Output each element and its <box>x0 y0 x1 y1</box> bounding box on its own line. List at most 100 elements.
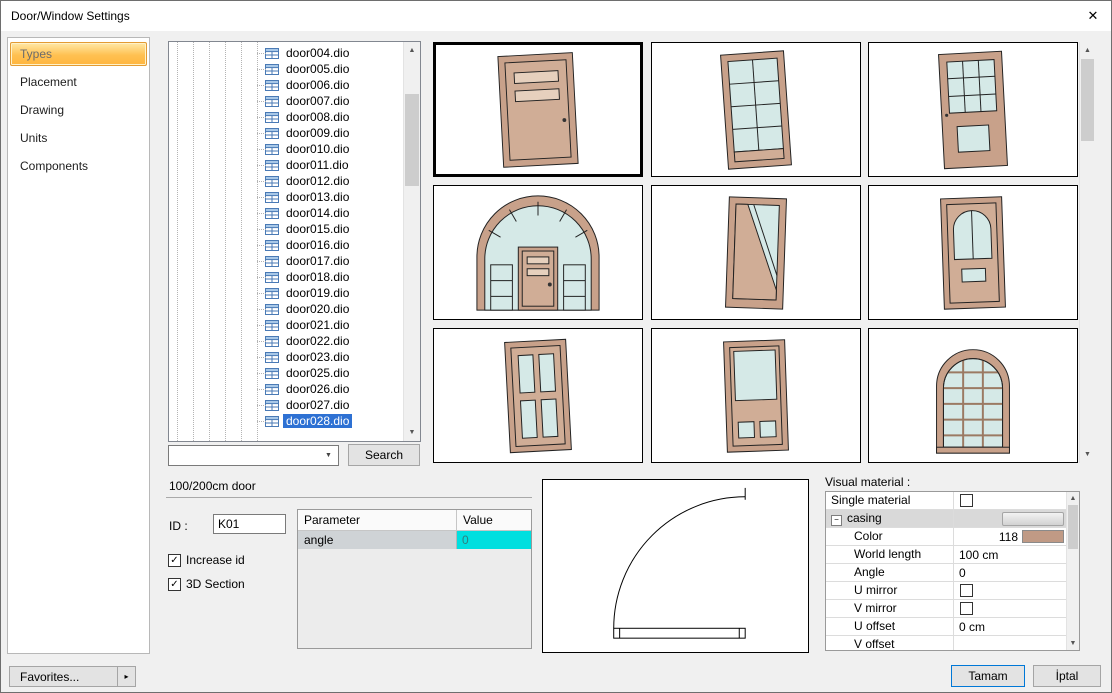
tree-item-door010.dio[interactable]: door010.dio <box>169 141 403 157</box>
material-row-world-length[interactable]: World length100 cm <box>826 546 1066 564</box>
material-row-value[interactable] <box>954 600 1066 617</box>
tree-item-door012.dio[interactable]: door012.dio <box>169 173 403 189</box>
checkbox-box[interactable] <box>960 584 973 597</box>
scrollbar-thumb[interactable] <box>1068 505 1078 549</box>
scroll-down-icon[interactable]: ▼ <box>404 424 420 441</box>
tree-item-door019.dio[interactable]: door019.dio <box>169 285 403 301</box>
material-row-value[interactable] <box>954 636 1066 650</box>
material-row-value[interactable] <box>954 492 1066 509</box>
material-row-single-material[interactable]: Single material <box>826 492 1066 510</box>
door-thumbnail-1[interactable] <box>433 42 643 177</box>
thumbnail-scrollbar[interactable]: ▲ ▼ <box>1079 42 1095 463</box>
material-row-v-offset[interactable]: V offset <box>826 636 1066 650</box>
tree-item-door015.dio[interactable]: door015.dio <box>169 221 403 237</box>
door-thumbnail-8[interactable] <box>651 328 861 463</box>
sidebar-item-types[interactable]: Types <box>10 42 147 66</box>
tree-item-door028.dio[interactable]: door028.dio <box>169 413 403 429</box>
scroll-down-icon[interactable]: ▼ <box>1080 446 1095 463</box>
scroll-up-icon[interactable]: ▲ <box>404 42 420 59</box>
tree-item-door021.dio[interactable]: door021.dio <box>169 317 403 333</box>
material-row-color[interactable]: Color118 <box>826 528 1066 546</box>
parameter-value[interactable]: 0 <box>457 531 531 549</box>
tree-branch-line <box>257 405 266 406</box>
material-row-value[interactable] <box>954 510 1066 527</box>
parameter-table: Parameter Value angle0 <box>297 509 532 649</box>
scroll-up-icon[interactable]: ▲ <box>1080 42 1095 59</box>
sidebar-item-drawing[interactable]: Drawing <box>10 98 147 122</box>
tree-branch-line <box>257 357 266 358</box>
tree-item-door017.dio[interactable]: door017.dio <box>169 253 403 269</box>
tree-item-door023.dio[interactable]: door023.dio <box>169 349 403 365</box>
tree-item-door007.dio[interactable]: door007.dio <box>169 93 403 109</box>
close-icon[interactable]: ✕ <box>1075 1 1111 31</box>
material-row-value[interactable] <box>954 582 1066 599</box>
door-file-icon <box>265 224 279 235</box>
filter-combobox[interactable]: ▼ <box>168 445 339 466</box>
sidebar-item-units[interactable]: Units <box>10 126 147 150</box>
door-thumbnail-9[interactable] <box>868 328 1078 463</box>
value-column-header: Value <box>457 510 531 530</box>
material-preview-swatch[interactable] <box>1002 512 1064 526</box>
material-row-value[interactable]: 118 <box>954 528 1066 545</box>
scroll-up-icon[interactable]: ▲ <box>1067 492 1079 505</box>
door-thumbnail-6[interactable] <box>868 185 1078 320</box>
search-button[interactable]: Search <box>348 444 420 466</box>
tree-item-door025.dio[interactable]: door025.dio <box>169 365 403 381</box>
ok-button[interactable]: Tamam <box>951 665 1025 687</box>
color-swatch[interactable] <box>1022 530 1064 543</box>
tree-item-door013.dio[interactable]: door013.dio <box>169 189 403 205</box>
checkbox-box[interactable]: ✓ <box>168 554 181 567</box>
material-row-value[interactable]: 0 <box>954 564 1066 581</box>
sidebar-item-components[interactable]: Components <box>10 154 147 178</box>
sidebar-item-placement[interactable]: Placement <box>10 70 147 94</box>
collapse-icon[interactable]: − <box>831 515 842 526</box>
id-field[interactable] <box>213 514 286 534</box>
checkbox-increase-id[interactable]: ✓Increase id <box>168 553 245 567</box>
door-thumbnail-4[interactable] <box>433 185 643 320</box>
cancel-button[interactable]: İptal <box>1033 665 1101 687</box>
material-row-value[interactable]: 0 cm <box>954 618 1066 635</box>
tree-item-door026.dio[interactable]: door026.dio <box>169 381 403 397</box>
material-row-v-mirror[interactable]: V mirror <box>826 600 1066 618</box>
tree-item-door005.dio[interactable]: door005.dio <box>169 61 403 77</box>
favorites-arrow-icon[interactable]: ▸ <box>117 667 135 686</box>
material-scrollbar[interactable]: ▲ ▼ <box>1066 492 1079 650</box>
tree-scrollbar[interactable]: ▲ ▼ <box>403 42 420 441</box>
door-file-icon <box>265 336 279 347</box>
door-thumbnail-7[interactable] <box>433 328 643 463</box>
scrollbar-thumb[interactable] <box>405 94 419 186</box>
checkbox-3d-section[interactable]: ✓3D Section <box>168 577 245 591</box>
favorites-button[interactable]: Favorites... ▸ <box>9 666 136 687</box>
tree-item-door011.dio[interactable]: door011.dio <box>169 157 403 173</box>
door-thumbnail-5[interactable] <box>651 185 861 320</box>
material-row-casing[interactable]: −casing <box>826 510 1066 528</box>
checkbox-box[interactable] <box>960 494 973 507</box>
door-thumbnail-2[interactable] <box>651 42 861 177</box>
tree-item-door014.dio[interactable]: door014.dio <box>169 205 403 221</box>
dropdown-arrow-icon[interactable]: ▼ <box>320 447 337 464</box>
material-row-u-mirror[interactable]: U mirror <box>826 582 1066 600</box>
tree-item-door008.dio[interactable]: door008.dio <box>169 109 403 125</box>
material-row-label: U mirror <box>826 582 954 599</box>
tree-item-label: door015.dio <box>283 222 352 236</box>
checkbox-box[interactable]: ✓ <box>168 578 181 591</box>
tree-item-door022.dio[interactable]: door022.dio <box>169 333 403 349</box>
tree-item-door020.dio[interactable]: door020.dio <box>169 301 403 317</box>
material-row-u-offset[interactable]: U offset0 cm <box>826 618 1066 636</box>
scrollbar-thumb[interactable] <box>1081 59 1094 141</box>
tree-item-door004.dio[interactable]: door004.dio <box>169 45 403 61</box>
tree-item-door018.dio[interactable]: door018.dio <box>169 269 403 285</box>
tree-item-door027.dio[interactable]: door027.dio <box>169 397 403 413</box>
door-thumbnail-3[interactable] <box>868 42 1078 177</box>
scroll-down-icon[interactable]: ▼ <box>1067 637 1079 650</box>
tree-item-door009.dio[interactable]: door009.dio <box>169 125 403 141</box>
material-row-angle[interactable]: Angle0 <box>826 564 1066 582</box>
door-file-icon <box>265 368 279 379</box>
tree-item-door006.dio[interactable]: door006.dio <box>169 77 403 93</box>
tree-item-label: door006.dio <box>283 78 352 92</box>
parameter-row-angle[interactable]: angle0 <box>298 531 531 549</box>
tree-item-door016.dio[interactable]: door016.dio <box>169 237 403 253</box>
material-row-value[interactable]: 100 cm <box>954 546 1066 563</box>
checkbox-box[interactable] <box>960 602 973 615</box>
tree-branch-line <box>257 389 266 390</box>
